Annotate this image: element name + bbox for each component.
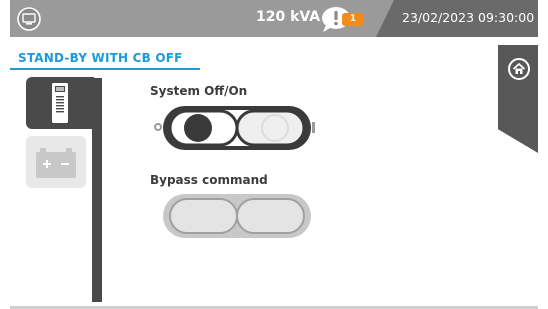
top-bar: 120 kVA 1 23/02/2023 09:30:00 bbox=[10, 0, 538, 37]
battery-icon bbox=[36, 148, 76, 178]
ups-cabinet-icon bbox=[52, 83, 68, 123]
alarm-count-badge: 1 bbox=[342, 13, 364, 26]
bypass-command-label: Bypass command bbox=[150, 173, 268, 187]
mode-title: STAND-BY WITH CB OFF bbox=[18, 51, 183, 65]
on-symbol bbox=[312, 122, 315, 133]
datetime-display: 23/02/2023 09:30:00 bbox=[402, 10, 535, 25]
monitor-icon[interactable] bbox=[16, 7, 42, 31]
home-icon[interactable] bbox=[508, 58, 530, 80]
alarm-indicator[interactable]: 1 bbox=[320, 5, 376, 33]
ups-cabinet-tab[interactable] bbox=[26, 77, 94, 129]
power-rating: 120 kVA bbox=[256, 9, 321, 25]
ups-panel: 120 kVA 1 23/02/2023 09:30:00 STAND-BY W… bbox=[10, 0, 538, 309]
off-symbol bbox=[154, 123, 162, 131]
battery-tab[interactable] bbox=[26, 136, 86, 188]
bypass-command-switch[interactable] bbox=[162, 193, 312, 239]
system-off-on-switch[interactable] bbox=[162, 105, 312, 151]
mode-title-underline bbox=[10, 68, 200, 70]
system-switch-label: System Off/On bbox=[150, 84, 248, 98]
